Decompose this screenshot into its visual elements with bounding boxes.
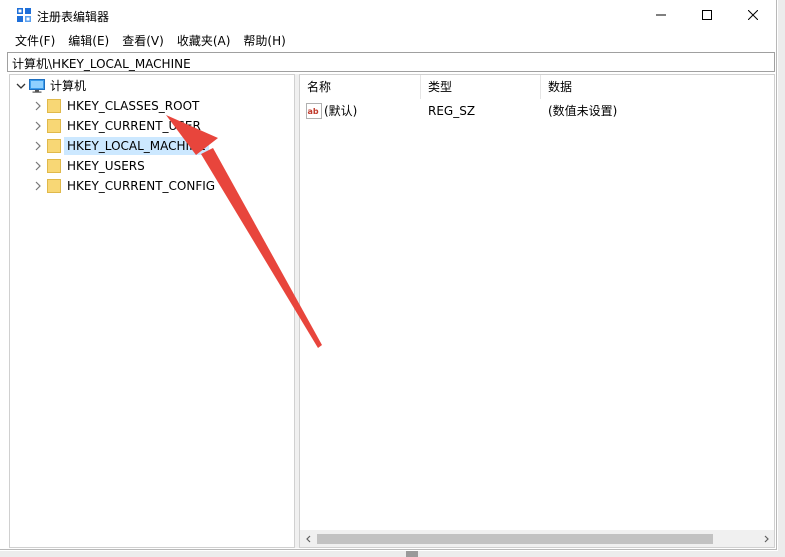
value-data: (数值未设置) — [548, 104, 618, 118]
chevron-down-icon[interactable] — [16, 81, 26, 91]
address-path[interactable]: 计算机\HKEY_LOCAL_MACHINE — [12, 55, 191, 72]
tree-item-hkey-users[interactable]: HKEY_USERS — [10, 156, 294, 176]
folder-icon — [47, 159, 61, 173]
window-title: 注册表编辑器 — [37, 10, 110, 24]
title-bar[interactable]: 注册表编辑器 — [0, 0, 776, 30]
folder-icon — [47, 179, 61, 193]
horizontal-scrollbar[interactable] — [300, 530, 774, 547]
tree-item-label[interactable]: HKEY_USERS — [64, 157, 148, 175]
chevron-right-icon[interactable] — [33, 181, 43, 191]
background-strip-bottom — [0, 551, 785, 557]
chevron-right-icon[interactable] — [33, 141, 43, 151]
scrollbar-thumb[interactable] — [317, 534, 713, 544]
tree-item-label-selected[interactable]: HKEY_LOCAL_MACHINE — [64, 137, 209, 155]
tree-item-hkey-classes-root[interactable]: HKEY_CLASSES_ROOT — [10, 96, 294, 116]
column-header-type[interactable]: 类型 — [421, 75, 541, 99]
chevron-right-icon[interactable] — [33, 101, 43, 111]
registry-editor-window: 注册表编辑器 文件(F) 编辑(E) 查看(V) 收藏夹(A) 帮助(H) 计算… — [0, 0, 777, 550]
background-strip-right — [778, 0, 785, 557]
menu-favorites[interactable]: 收藏夹(A) — [170, 31, 237, 51]
menu-edit[interactable]: 编辑(E) — [61, 31, 115, 51]
maximize-icon — [702, 10, 712, 20]
column-header-data[interactable]: 数据 — [541, 75, 774, 99]
close-button[interactable] — [730, 0, 776, 30]
menu-bar: 文件(F) 编辑(E) 查看(V) 收藏夹(A) 帮助(H) — [0, 31, 776, 51]
close-icon — [748, 10, 758, 20]
tree-item-label[interactable]: HKEY_CLASSES_ROOT — [64, 97, 202, 115]
registry-editor-app-icon — [17, 8, 31, 22]
column-header-name[interactable]: 名称 — [300, 75, 421, 99]
tree-item-label[interactable]: HKEY_CURRENT_USER — [64, 117, 204, 135]
menu-file[interactable]: 文件(F) — [8, 31, 61, 51]
scroll-left-icon[interactable] — [300, 530, 317, 547]
minimize-icon — [656, 14, 666, 16]
maximize-button[interactable] — [684, 0, 730, 30]
folder-icon — [47, 119, 61, 133]
menu-view[interactable]: 查看(V) — [115, 31, 170, 51]
scroll-right-icon[interactable] — [757, 530, 774, 547]
address-bar[interactable]: 计算机\HKEY_LOCAL_MACHINE — [7, 52, 775, 72]
tree-item-hkey-current-config[interactable]: HKEY_CURRENT_CONFIG — [10, 176, 294, 196]
tree-root-row[interactable]: 计算机 — [10, 76, 294, 96]
tree-item-hkey-local-machine[interactable]: HKEY_LOCAL_MACHINE — [10, 136, 294, 156]
chevron-right-icon[interactable] — [33, 161, 43, 171]
value-row-default[interactable]: ab (默认) REG_SZ (数值未设置) — [300, 101, 774, 121]
registry-values-pane[interactable]: 名称 类型 数据 ab (默认) REG_SZ (数值未设置) — [299, 74, 775, 548]
value-type: REG_SZ — [428, 104, 476, 118]
tree-item-label[interactable]: HKEY_CURRENT_CONFIG — [64, 177, 218, 195]
string-value-icon: ab — [306, 103, 322, 119]
registry-tree-pane[interactable]: 计算机 HKEY_CLASSES_ROOT HKEY_CURRENT_USER — [9, 74, 295, 548]
tree-root-label[interactable]: 计算机 — [47, 77, 89, 95]
tree-item-hkey-current-user[interactable]: HKEY_CURRENT_USER — [10, 116, 294, 136]
background-taskbar-fragment — [406, 551, 418, 557]
value-name[interactable]: (默认) — [324, 101, 357, 121]
svg-text:ab: ab — [308, 107, 319, 116]
chevron-right-icon[interactable] — [33, 121, 43, 131]
computer-icon — [29, 79, 45, 93]
menu-help[interactable]: 帮助(H) — [236, 31, 291, 51]
folder-icon — [47, 99, 61, 113]
folder-icon — [47, 139, 61, 153]
minimize-button[interactable] — [638, 0, 684, 30]
